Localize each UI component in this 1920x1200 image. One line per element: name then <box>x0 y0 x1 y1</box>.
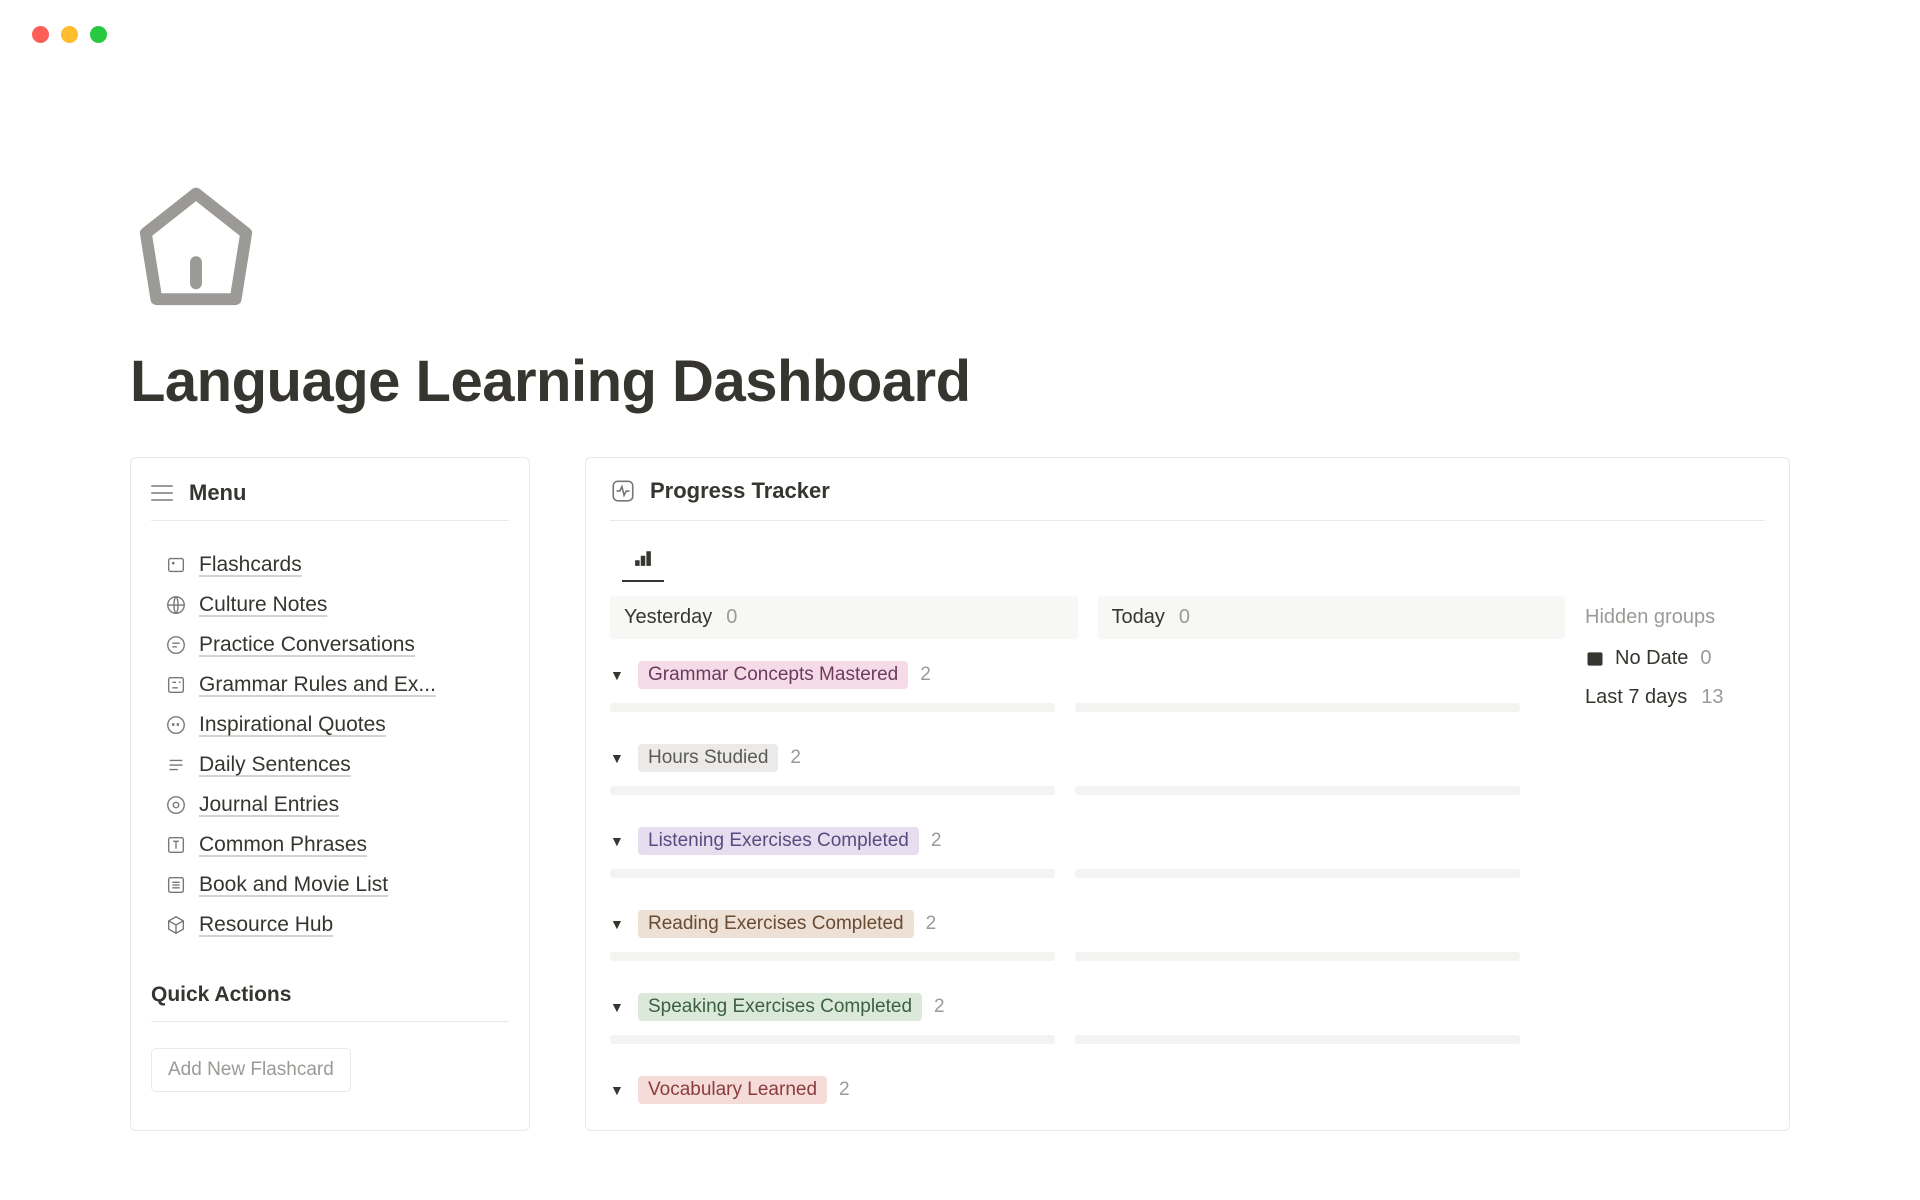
skeleton-placeholder <box>1075 786 1520 795</box>
disclosure-icon[interactable]: ▼ <box>610 916 626 932</box>
quote-icon <box>165 714 187 736</box>
disclosure-icon[interactable]: ▼ <box>610 667 626 683</box>
close-window-button[interactable] <box>32 26 49 43</box>
sidebar-item-journal-entries[interactable]: Journal Entries <box>151 785 509 825</box>
sidebar-item-label: Culture Notes <box>199 593 327 617</box>
column-header-yesterday[interactable]: Yesterday 0 <box>610 596 1078 639</box>
hidden-groups-label: Hidden groups <box>1585 606 1765 629</box>
text-icon <box>165 834 187 856</box>
lines-icon <box>165 754 187 776</box>
skeleton-placeholder <box>1075 952 1520 961</box>
last-7-days-label: Last 7 days <box>1585 686 1687 709</box>
group-tag: Speaking Exercises Completed <box>638 993 922 1021</box>
sidebar-item-label: Daily Sentences <box>199 753 351 777</box>
skeleton-placeholder <box>610 952 1055 961</box>
group-tag: Hours Studied <box>638 744 778 772</box>
column-title: Yesterday <box>624 606 712 629</box>
disclosure-icon[interactable]: ▼ <box>610 750 626 766</box>
group-count: 2 <box>839 1079 850 1101</box>
group-row[interactable]: ▼ Listening Exercises Completed 2 <box>610 821 1520 861</box>
menu-icon <box>151 485 173 501</box>
disclosure-icon[interactable]: ▼ <box>610 833 626 849</box>
group-tag: Grammar Concepts Mastered <box>638 661 908 689</box>
board-view-tab[interactable] <box>622 541 664 582</box>
skeleton-placeholder <box>610 786 1055 795</box>
sidebar-item-daily-sentences[interactable]: Daily Sentences <box>151 745 509 785</box>
skeleton-placeholder <box>610 869 1055 878</box>
group-count: 2 <box>790 747 801 769</box>
disclosure-icon[interactable]: ▼ <box>610 1082 626 1098</box>
group-tag: Vocabulary Learned <box>638 1076 827 1104</box>
activity-icon <box>610 478 636 504</box>
group-row[interactable]: ▼ Hours Studied 2 <box>610 738 1520 778</box>
sidebar-item-resource-hub[interactable]: Resource Hub <box>151 905 509 945</box>
group-row[interactable]: ▼ Grammar Concepts Mastered 2 <box>610 655 1520 695</box>
journal-icon <box>165 794 187 816</box>
skeleton-placeholder <box>610 703 1055 712</box>
group-row[interactable]: ▼ Vocabulary Learned 2 <box>610 1070 1520 1110</box>
last-7-days-count: 13 <box>1701 686 1723 709</box>
no-date-count: 0 <box>1700 647 1711 670</box>
sidebar-item-grammar-rules-and-ex[interactable]: Grammar Rules and Ex... <box>151 665 509 705</box>
grammar-icon <box>165 674 187 696</box>
sidebar-item-label: Resource Hub <box>199 913 333 937</box>
panel-title: Progress Tracker <box>650 478 830 504</box>
chat-icon <box>165 634 187 656</box>
maximize-window-button[interactable] <box>90 26 107 43</box>
sidebar-item-inspirational-quotes[interactable]: Inspirational Quotes <box>151 705 509 745</box>
minimize-window-button[interactable] <box>61 26 78 43</box>
sidebar-menu: Menu Flashcards Culture Notes Practice Con… <box>130 457 530 1131</box>
skeleton-placeholder <box>1075 703 1520 712</box>
sidebar-item-label: Book and Movie List <box>199 873 388 897</box>
sidebar-item-label: Practice Conversations <box>199 633 415 657</box>
page-title: Language Learning Dashboard <box>130 348 1790 415</box>
group-count: 2 <box>920 664 931 686</box>
group-count: 2 <box>926 913 937 935</box>
globe-icon <box>165 594 187 616</box>
group-tag: Reading Exercises Completed <box>638 910 914 938</box>
progress-tracker-panel: Progress Tracker Yesterday 0 Today 0 ▼ Gramm… <box>585 457 1790 1131</box>
sidebar-item-label: Journal Entries <box>199 793 339 817</box>
last-7-days-group[interactable]: Last 7 days 13 <box>1585 686 1765 709</box>
window-controls <box>0 0 1920 43</box>
skeleton-placeholder <box>1075 869 1520 878</box>
no-date-label: No Date <box>1615 647 1688 670</box>
cube-icon <box>165 914 187 936</box>
no-date-group[interactable]: No Date 0 <box>1585 647 1765 670</box>
column-header-today[interactable]: Today 0 <box>1098 596 1566 639</box>
sidebar-item-common-phrases[interactable]: Common Phrases <box>151 825 509 865</box>
sidebar-title: Menu <box>189 480 246 506</box>
sidebar-item-book-and-movie-list[interactable]: Book and Movie List <box>151 865 509 905</box>
group-row[interactable]: ▼ Reading Exercises Completed 2 <box>610 904 1520 944</box>
sidebar-item-label: Grammar Rules and Ex... <box>199 673 436 697</box>
sidebar-item-label: Common Phrases <box>199 833 367 857</box>
skeleton-placeholder <box>1075 1035 1520 1044</box>
card-icon <box>165 554 187 576</box>
sidebar-item-flashcards[interactable]: Flashcards <box>151 545 509 585</box>
group-count: 2 <box>931 830 942 852</box>
sidebar-item-label: Inspirational Quotes <box>199 713 386 737</box>
column-count: 0 <box>726 606 737 629</box>
sidebar-item-practice-conversations[interactable]: Practice Conversations <box>151 625 509 665</box>
add-flashcard-button[interactable]: Add New Flashcard <box>151 1048 351 1092</box>
column-title: Today <box>1112 606 1165 629</box>
sidebar-item-culture-notes[interactable]: Culture Notes <box>151 585 509 625</box>
quick-actions-title: Quick Actions <box>151 983 509 1022</box>
group-tag: Listening Exercises Completed <box>638 827 919 855</box>
sidebar-item-label: Flashcards <box>199 553 302 577</box>
disclosure-icon[interactable]: ▼ <box>610 999 626 1015</box>
group-row[interactable]: ▼ Speaking Exercises Completed 2 <box>610 987 1520 1027</box>
group-count: 2 <box>934 996 945 1018</box>
skeleton-placeholder <box>610 1035 1055 1044</box>
hidden-groups-column: Hidden groups No Date 0 Last 7 days 13 <box>1585 596 1765 1110</box>
column-count: 0 <box>1179 606 1190 629</box>
page-icon[interactable] <box>130 183 1790 320</box>
list-icon <box>165 874 187 896</box>
